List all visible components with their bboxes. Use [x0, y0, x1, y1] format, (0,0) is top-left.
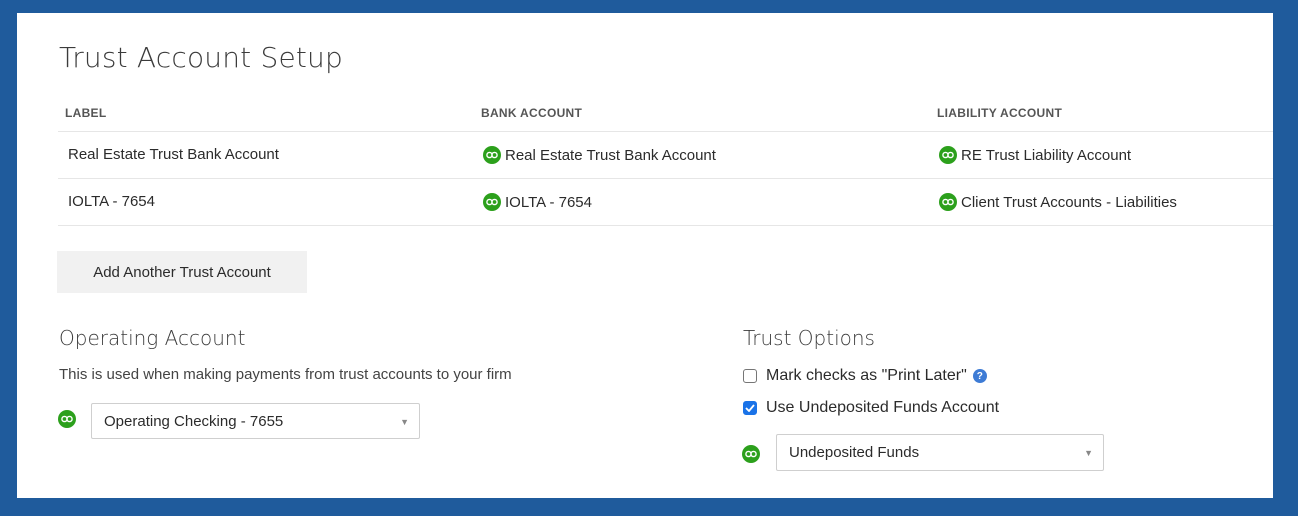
header-liability-account: LIABILITY ACCOUNT [937, 106, 1063, 120]
table-row[interactable]: IOLTA - 7654 IOLTA - 7654 Client Trust A… [58, 179, 1273, 226]
chevron-down-icon: ▼ [400, 417, 409, 427]
operating-account-selected: Operating Checking - 7655 [104, 412, 284, 430]
help-icon[interactable]: ? [972, 369, 987, 383]
print-later-option[interactable]: Mark checks as "Print Later" ? [743, 367, 987, 385]
operating-account-select[interactable]: Operating Checking - 7655 ▼ [91, 403, 420, 439]
undeposited-funds-select[interactable]: Undeposited Funds ▼ [776, 434, 1104, 471]
trust-account-setup-panel: Trust Account Setup LABEL BANK ACCOUNT L… [17, 13, 1273, 498]
chevron-down-icon: ▼ [1084, 448, 1093, 458]
row-label: Real Estate Trust Bank Account [68, 146, 279, 163]
undeposited-funds-option[interactable]: Use Undeposited Funds Account [743, 399, 999, 417]
header-label: LABEL [65, 106, 107, 120]
quickbooks-icon [742, 445, 760, 463]
add-trust-account-button[interactable]: Add Another Trust Account [57, 251, 307, 293]
undeposited-funds-selected: Undeposited Funds [789, 444, 920, 461]
row-label: IOLTA - 7654 [68, 193, 155, 210]
undeposited-funds-checkbox[interactable] [743, 401, 757, 415]
page-title: Trust Account Setup [59, 41, 343, 74]
trust-options-title: Trust Options [743, 326, 875, 350]
row-liability-account: Client Trust Accounts - Liabilities [939, 193, 1177, 211]
row-liability-account: RE Trust Liability Account [939, 146, 1131, 164]
undeposited-funds-label: Use Undeposited Funds Account [766, 399, 1000, 416]
bank-account-name: Real Estate Trust Bank Account [505, 146, 716, 164]
bank-account-name: IOLTA - 7654 [505, 193, 592, 211]
row-bank-account: Real Estate Trust Bank Account [483, 146, 716, 164]
row-bank-account: IOLTA - 7654 [483, 193, 592, 211]
liability-account-name: Client Trust Accounts - Liabilities [961, 193, 1177, 211]
quickbooks-icon [483, 193, 501, 211]
operating-account-description: This is used when making payments from t… [59, 366, 512, 383]
quickbooks-icon [58, 410, 76, 428]
liability-account-name: RE Trust Liability Account [961, 146, 1132, 164]
operating-account-title: Operating Account [59, 326, 246, 350]
print-later-label: Mark checks as "Print Later" [766, 367, 967, 384]
header-bank-account: BANK ACCOUNT [481, 106, 583, 120]
table-row[interactable]: Real Estate Trust Bank Account Real Esta… [58, 132, 1273, 179]
quickbooks-icon [939, 146, 957, 164]
quickbooks-icon [939, 193, 957, 211]
print-later-checkbox[interactable] [743, 369, 757, 383]
table-header: LABEL BANK ACCOUNT LIABILITY ACCOUNT [58, 96, 1273, 132]
quickbooks-icon [483, 146, 501, 164]
trust-accounts-table: LABEL BANK ACCOUNT LIABILITY ACCOUNT Rea… [58, 96, 1273, 226]
